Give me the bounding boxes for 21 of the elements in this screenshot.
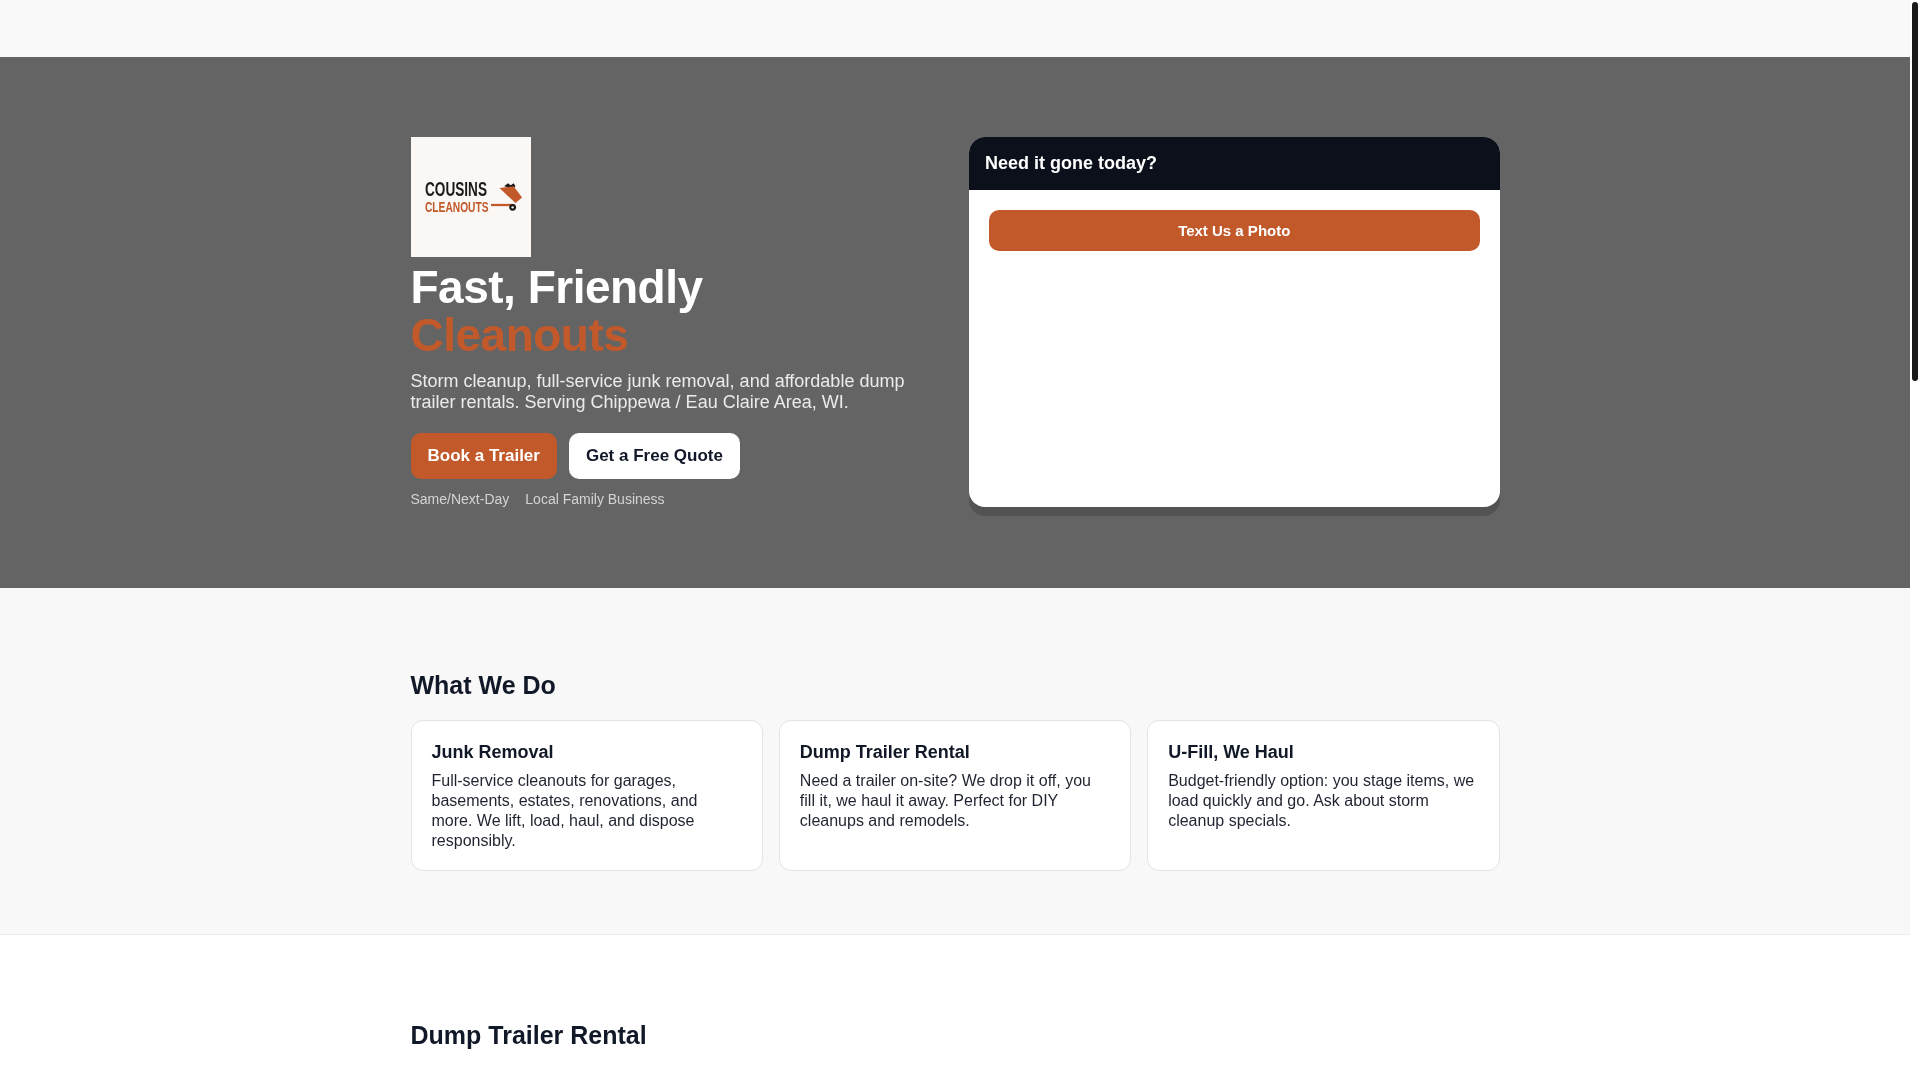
section-heading: What We Do bbox=[410, 670, 557, 701]
service-description: Full-service cleanouts for garages, basements, estates, renovations, and more. We lift, load, haul, and dispose responsibly. bbox=[431, 771, 699, 851]
card-title: Need it gone today? bbox=[985, 153, 1157, 174]
quote-button[interactable]: Get a Free Quote bbox=[568, 433, 740, 479]
feature-label: Same/Next-Day bbox=[410, 490, 510, 509]
service-title: Junk Removal bbox=[431, 741, 555, 763]
logo-text: COUSINS bbox=[424, 180, 487, 198]
logo-text: CLEANOUTS bbox=[424, 200, 488, 214]
service-title: U-Fill, We Haul bbox=[1168, 741, 1295, 763]
book-button[interactable]: Book a Trailer bbox=[410, 433, 557, 479]
headline-accent: Cleanouts bbox=[410, 311, 629, 359]
service-description: Budget-friendly option: you stage items, we load quickly and go. Ask about storm cleanup specials. bbox=[1168, 771, 1476, 831]
text-photo-button[interactable]: Text Us a Photo bbox=[989, 210, 1480, 251]
scrollbar-thumb[interactable] bbox=[1912, 2, 1918, 381]
feature-label: Local Family Business bbox=[525, 490, 665, 509]
trailer-icon bbox=[490, 182, 523, 212]
headline: Fast, Friendly bbox=[410, 263, 703, 311]
hero-subtitle: Storm cleanup, full-service junk removal, and affordable dump trailer rentals. Serving Chippewa / Eau Claire Area, WI. bbox=[410, 371, 906, 413]
section-heading: Dump Trailer Rental bbox=[410, 1020, 648, 1051]
service-description: Need a trailer on-site? We drop it off, you fill it, we haul it away. Perfect for DIY cleanups and remodels. bbox=[799, 771, 1092, 831]
service-title: Dump Trailer Rental bbox=[799, 741, 971, 763]
